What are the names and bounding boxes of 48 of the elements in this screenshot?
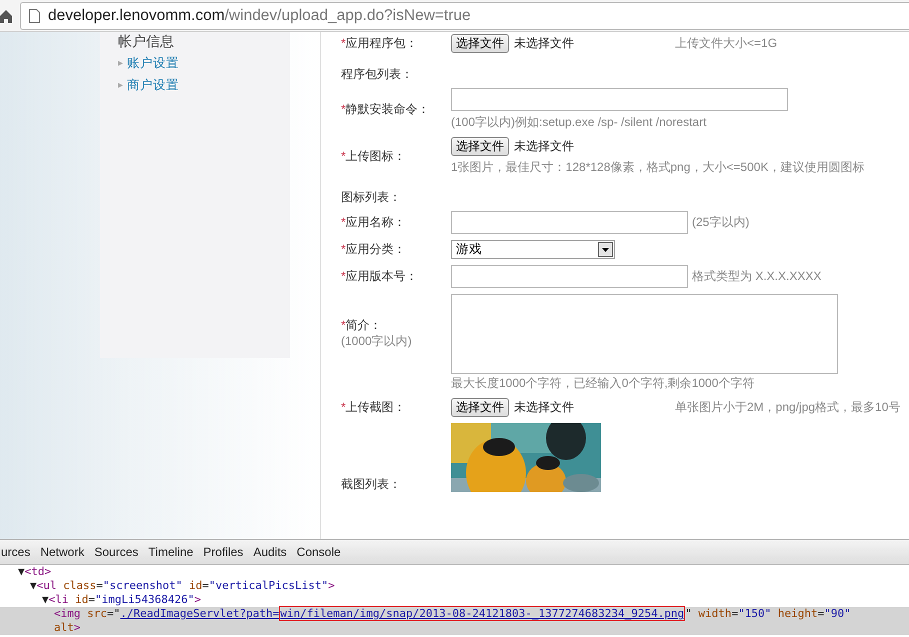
code-line[interactable]: ▼<td>	[0, 565, 909, 579]
code-line[interactable]: ▼<li id="imgLi54368426">	[0, 593, 909, 607]
field-label: 截图列表：	[341, 477, 402, 492]
link[interactable]: ./ReadImageServlet?path=	[120, 607, 280, 620]
field-label: 图标列表：	[341, 190, 402, 205]
hint-text: 上传文件大小<=1G	[675, 35, 778, 52]
field-label: *上传截图：	[341, 400, 407, 415]
devtools-tab[interactable]: urces	[0, 540, 36, 564]
field-label: *应用版本号：	[341, 269, 419, 284]
hint-text: 格式类型为 X.X.X.XXXX	[692, 268, 822, 285]
home-icon[interactable]	[0, 8, 12, 22]
field-sublabel: (1000字以内)	[341, 333, 413, 350]
hint-text: 单张图片小于2M，png/jpg格式，最多10号	[675, 399, 900, 416]
field-label: *应用程序包：	[341, 36, 419, 51]
hint-text: 最大长度1000个字符，已经输入0个字符,剩余1000个字符	[451, 375, 756, 392]
sidebar-link[interactable]: ▸ 商户设置	[118, 77, 290, 94]
field-label: *简介：	[341, 318, 383, 333]
devtools-tab[interactable]: Audits	[248, 540, 292, 564]
devtools-tab[interactable]: Console	[292, 540, 346, 564]
devtools-tab[interactable]: Sources	[89, 540, 144, 564]
choose-file-button[interactable]: 选择文件	[451, 137, 509, 156]
hint-text: 1张图片，最佳尺寸：128*128像素，格式png，大小<=500K，建议使用圆图标	[451, 159, 864, 176]
field-label: *应用分类：	[341, 242, 407, 257]
field-label: 程序包列表：	[341, 67, 414, 82]
choose-file-button[interactable]: 选择文件	[451, 398, 509, 417]
highlighted-link[interactable]: win/fileman/img/snap/2013-08-24121803-_1377274683234_9254.png	[279, 606, 686, 621]
field-label: *应用名称：	[341, 215, 407, 230]
sidebar-link[interactable]: ▸ 账户设置	[118, 55, 290, 72]
category-dropdown[interactable]: 游戏	[451, 240, 615, 259]
description-textarea[interactable]	[451, 294, 838, 374]
file-status: 未选择文件	[514, 138, 574, 155]
hint-text: (100字以内)例如:setup.exe /sp- /silent /norestart	[451, 114, 706, 131]
choose-file-button[interactable]: 选择文件	[451, 34, 509, 53]
field-label: *上传图标：	[341, 149, 407, 164]
code-line[interactable]: ▼<ul class="screenshot" id="verticalPicsList">	[0, 579, 909, 593]
text-field[interactable]	[451, 88, 788, 111]
devtools-tab[interactable]: Timeline	[143, 540, 198, 564]
text-field[interactable]	[451, 211, 688, 234]
file-status: 未选择文件	[514, 35, 574, 52]
devtools-tab[interactable]: Network	[35, 540, 90, 564]
devtools-tab[interactable]: Profiles	[198, 540, 248, 564]
address-field[interactable]: developer.lenovomm.com/windev/upload_app.do?isNew=true	[20, 2, 909, 30]
text-field[interactable]	[451, 265, 688, 288]
hint-text: (25字以内)	[692, 214, 750, 231]
page-icon	[29, 8, 40, 22]
sidebar-title: 帐户信息	[118, 32, 175, 50]
file-status: 未选择文件	[514, 399, 574, 416]
field-label: *静默安装命令：	[341, 102, 431, 117]
